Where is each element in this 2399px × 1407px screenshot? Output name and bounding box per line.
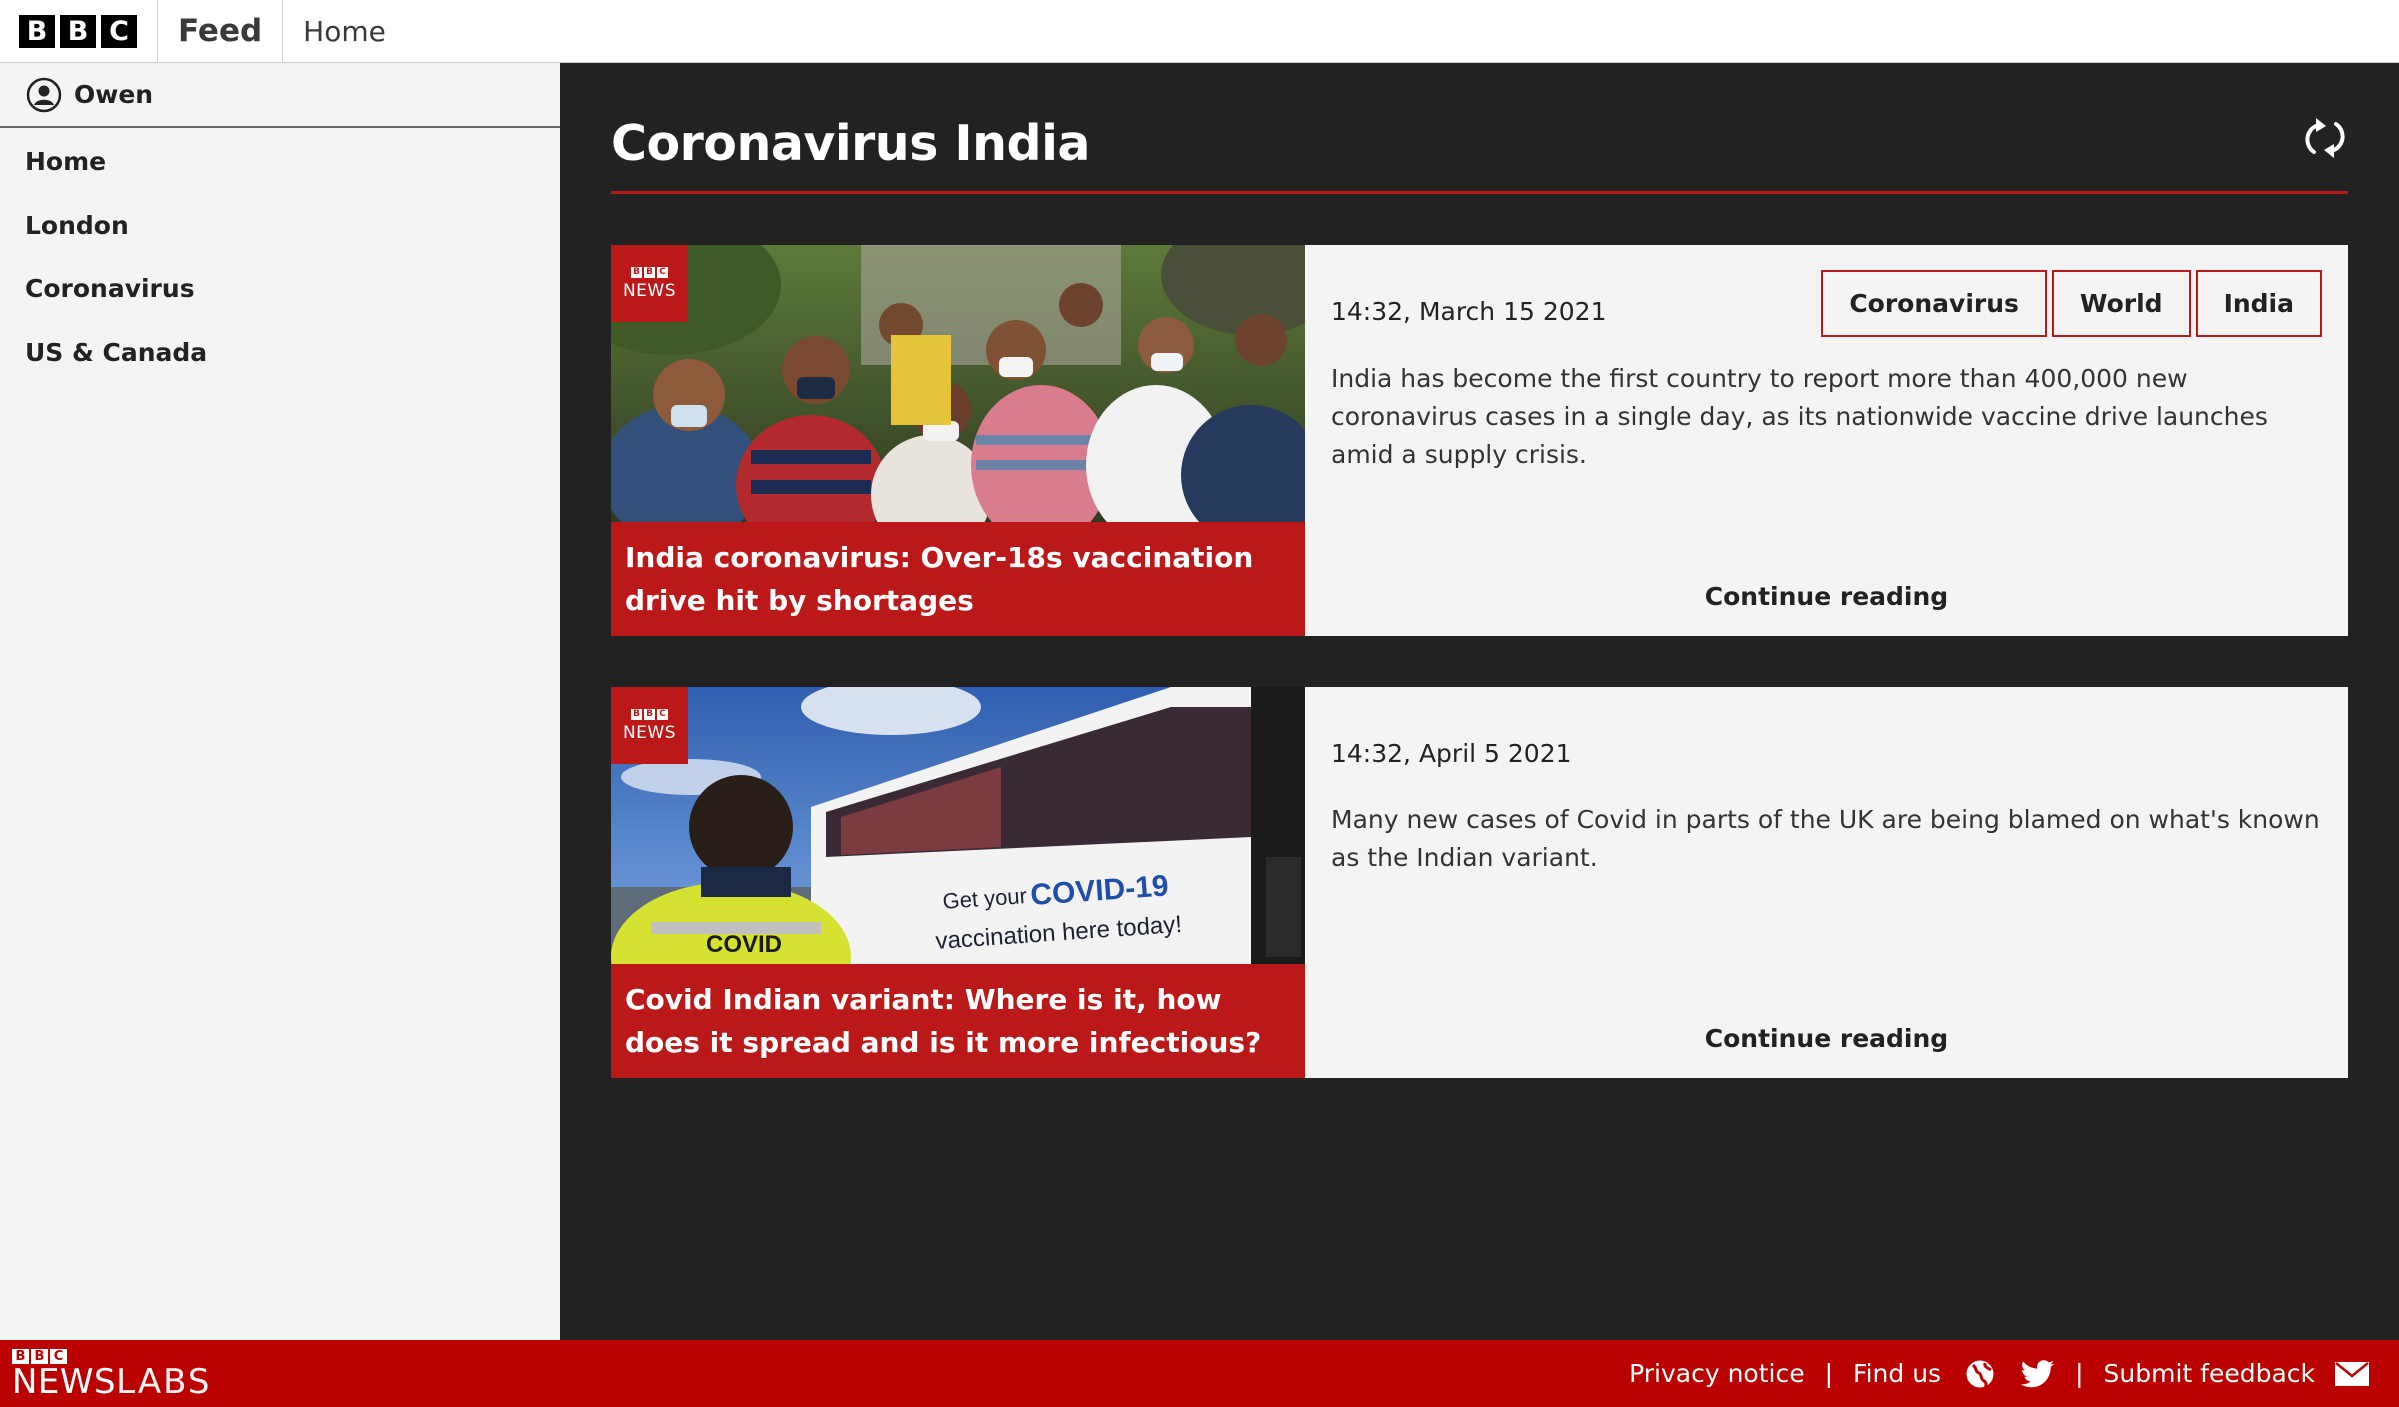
continue-reading-link[interactable]: Continue reading: [1305, 582, 2348, 611]
badge-block-1: B: [631, 708, 642, 720]
sidebar-item-us-canada[interactable]: US & Canada: [0, 321, 560, 385]
refresh-icon[interactable]: [2302, 115, 2348, 161]
bbc-logo[interactable]: B B C: [0, 0, 158, 62]
tag-india[interactable]: India: [2195, 270, 2322, 337]
article-body: 14:32, April 5 2021 Many new cases of Co…: [1305, 687, 2348, 1078]
mail-icon[interactable]: [2335, 1361, 2369, 1386]
article-body: 14:32, March 15 2021 Coronavirus World I…: [1305, 245, 2348, 636]
article-headline[interactable]: Covid Indian variant: Where is it, how d…: [625, 978, 1291, 1064]
badge-block-3: C: [657, 708, 668, 720]
sidebar-item-coronavirus[interactable]: Coronavirus: [0, 257, 560, 321]
app-title[interactable]: Feed: [158, 0, 284, 62]
article-timestamp: 14:32, April 5 2021: [1331, 739, 1572, 768]
bbc-news-labs-logo[interactable]: B B C NEWSLABS: [0, 1348, 211, 1399]
article-tags: Coronavirus World India: [1821, 270, 2322, 337]
badge-bbc-blocks: B B C: [631, 266, 668, 278]
sidebar-nav: Home London Coronavirus US & Canada: [0, 128, 560, 384]
footer-links: Privacy notice | Find us | Submit feedba…: [1629, 1359, 2399, 1389]
badge-news-label: NEWS: [622, 280, 677, 301]
bbc-news-badge: B B C NEWS: [611, 245, 688, 322]
top-bar: B B C Feed Home: [0, 0, 2399, 63]
sidebar-item-home[interactable]: Home: [0, 130, 560, 194]
footer-wordmark-news: NEWS: [12, 1361, 117, 1402]
footer-wordmark: NEWSLABS: [12, 1365, 211, 1399]
bbc-logo-block-3: C: [101, 14, 137, 48]
continue-reading-link[interactable]: Continue reading: [1305, 1024, 2348, 1053]
vest-text: COVID: [706, 931, 782, 958]
main-content: Coronavirus India B B C NEWS India coron…: [560, 63, 2399, 1340]
article-media[interactable]: Get your COVID-19 vaccination here today…: [611, 687, 1305, 1078]
header-home-link[interactable]: Home: [283, 0, 406, 62]
globe-icon[interactable]: [1965, 1359, 1995, 1389]
badge-block-2: B: [644, 266, 655, 278]
article-card: Get your COVID-19 vaccination here today…: [611, 687, 2348, 1078]
twitter-icon[interactable]: [2021, 1359, 2055, 1388]
article-media[interactable]: B B C NEWS India coronavirus: Over-18s v…: [611, 245, 1305, 636]
article-photo: Get your COVID-19 vaccination here today…: [611, 687, 1305, 964]
article-timestamp: 14:32, March 15 2021: [1331, 297, 1607, 326]
sidebar: Owen Home London Coronavirus US & Canada: [0, 63, 560, 1340]
footer-wordmark-labs: LABS: [116, 1361, 212, 1402]
tag-coronavirus[interactable]: Coronavirus: [1821, 270, 2047, 337]
user-icon: [26, 77, 62, 113]
bbc-news-badge: B B C NEWS: [611, 687, 688, 764]
page-title: Coronavirus India: [611, 115, 1090, 172]
privacy-notice-link[interactable]: Privacy notice: [1629, 1359, 1804, 1388]
user-profile[interactable]: Owen: [0, 63, 560, 128]
bbc-logo-block-1: B: [19, 14, 55, 48]
headline-box: India coronavirus: Over-18s vaccination …: [611, 522, 1305, 636]
find-us-link[interactable]: Find us: [1853, 1359, 1941, 1388]
footer-separator: |: [2075, 1359, 2084, 1388]
article-headline[interactable]: India coronavirus: Over-18s vaccination …: [625, 536, 1291, 622]
tag-world[interactable]: World: [2051, 270, 2191, 337]
page-header: Coronavirus India: [611, 115, 2348, 194]
article-photo: [611, 245, 1305, 522]
badge-block-2: B: [644, 708, 655, 720]
sidebar-item-london[interactable]: London: [0, 194, 560, 258]
footer-separator: |: [1824, 1359, 1834, 1388]
article-card: B B C NEWS India coronavirus: Over-18s v…: [611, 245, 2348, 636]
badge-news-label: NEWS: [622, 722, 677, 743]
user-name: Owen: [74, 80, 154, 109]
submit-feedback-link[interactable]: Submit feedback: [2104, 1359, 2315, 1388]
headline-box: Covid Indian variant: Where is it, how d…: [611, 964, 1305, 1078]
badge-block-3: C: [657, 266, 668, 278]
badge-block-1: B: [631, 266, 642, 278]
article-summary: India has become the first country to re…: [1331, 364, 2268, 469]
bbc-logo-block-2: B: [60, 14, 96, 48]
badge-bbc-blocks: B B C: [631, 708, 668, 720]
footer: B B C NEWSLABS Privacy notice | Find us …: [0, 1340, 2399, 1407]
article-summary: Many new cases of Covid in parts of the …: [1331, 805, 2320, 872]
